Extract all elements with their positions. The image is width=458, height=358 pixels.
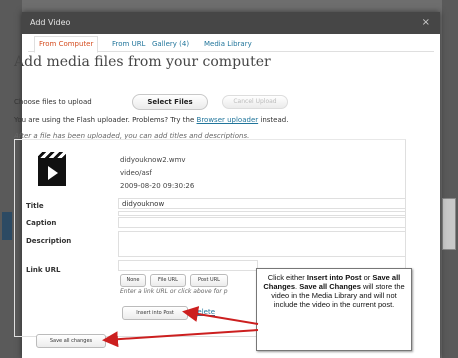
link-post-url-button[interactable]: Post URL — [190, 274, 228, 287]
file-type: video/asf — [120, 169, 152, 177]
browser-uploader-link[interactable]: Browser uploader — [197, 116, 259, 124]
background-panel — [442, 198, 456, 250]
link-file-url-button[interactable]: File URL — [150, 274, 186, 287]
caption-label: Caption — [26, 219, 57, 227]
link-url-label: Link URL — [26, 266, 61, 274]
callout-text: Click either — [267, 273, 307, 282]
dialog-title: Add Video — [30, 18, 71, 27]
title-field-underline — [118, 211, 406, 216]
background-right — [442, 0, 458, 358]
link-none-button[interactable]: None — [120, 274, 146, 287]
description-label: Description — [26, 237, 72, 245]
link-url-hint: Enter a link URL or click above for p — [120, 288, 228, 295]
title-label: Title — [26, 202, 44, 210]
tab-media-library[interactable]: Media Library — [204, 38, 252, 51]
flash-text-end: instead. — [260, 116, 289, 124]
choose-files-label: Choose files to upload — [14, 98, 92, 106]
flash-text: You are using the Flash uploader. Proble… — [14, 116, 195, 124]
media-tabs: From Computer From URL Gallery (4) Media… — [28, 34, 434, 53]
save-all-changes-button[interactable]: Save all changes — [36, 334, 106, 348]
callout-bold: Save all Changes — [299, 282, 361, 291]
background-tab — [2, 212, 12, 240]
caption-field[interactable] — [118, 217, 406, 228]
file-name: didyouknow2.wmv — [120, 156, 186, 164]
delete-link[interactable]: Delete — [192, 308, 215, 316]
page-title: Add media files from your computer — [14, 54, 271, 70]
title-field[interactable]: didyouknow — [118, 198, 406, 209]
video-file-icon — [38, 152, 66, 186]
cancel-upload-button[interactable]: Cancel Upload — [222, 95, 288, 109]
close-icon[interactable]: × — [422, 12, 430, 34]
tab-from-computer[interactable]: From Computer — [34, 36, 99, 53]
tab-from-url[interactable]: From URL — [112, 38, 145, 51]
file-date: 2009-08-20 09:30:26 — [120, 182, 195, 190]
tab-gallery[interactable]: Gallery (4) — [152, 38, 189, 51]
link-url-field[interactable] — [118, 260, 258, 271]
select-files-button[interactable]: Select Files — [132, 94, 208, 110]
insert-into-post-button[interactable]: Insert into Post — [122, 306, 188, 320]
instruction-callout: Click either Insert into Post or Save al… — [256, 268, 412, 351]
flash-uploader-note: You are using the Flash uploader. Proble… — [14, 116, 288, 124]
callout-bold: Insert into Post — [306, 273, 362, 282]
callout-text: or — [361, 273, 373, 282]
description-field[interactable] — [118, 231, 406, 257]
dialog-titlebar: Add Video × — [22, 12, 440, 34]
